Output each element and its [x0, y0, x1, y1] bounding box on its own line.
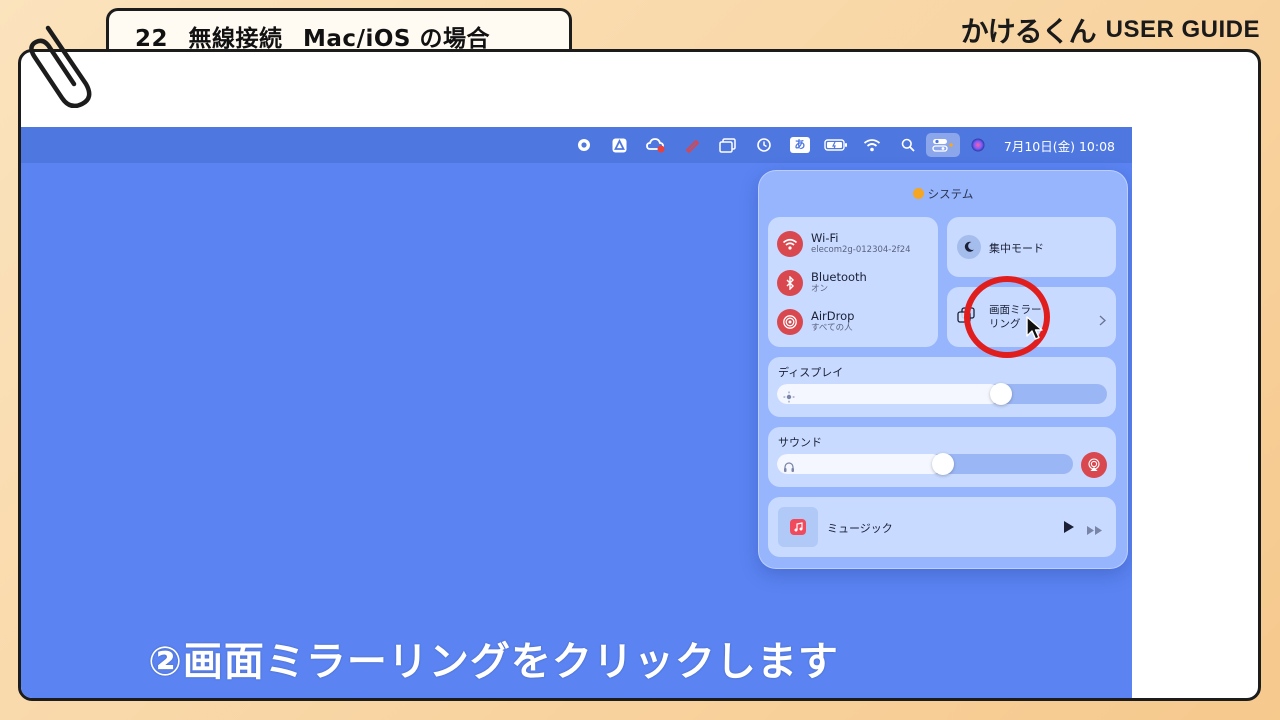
- brightness-slider[interactable]: [777, 383, 1107, 407]
- volume-fill: [777, 454, 943, 474]
- menu-bar: あ 7月10日(金) 10:08: [21, 127, 1132, 163]
- airplay-audio-button[interactable]: [1081, 452, 1107, 478]
- fast-forward-icon[interactable]: [1086, 521, 1104, 540]
- display-label: ディスプレイ: [778, 366, 844, 379]
- menu-bar-clock[interactable]: 7月10日(金) 10:08: [1004, 136, 1115, 155]
- bluetooth-title: Bluetooth: [811, 270, 867, 284]
- battery-icon[interactable]: [818, 127, 854, 163]
- brand-guide-label: USER GUIDE: [1105, 16, 1260, 43]
- drive-icon[interactable]: [602, 127, 638, 163]
- airplay-audio-icon: [1088, 458, 1100, 471]
- focus-label: 集中モード: [989, 242, 1044, 255]
- wifi-toggle[interactable]: Wi-Fi elecom2g-012304-2f24: [777, 231, 911, 257]
- wifi-title: Wi-Fi: [811, 231, 839, 245]
- volume-slider[interactable]: [777, 453, 1073, 477]
- wifi-icon: [777, 231, 803, 257]
- paperclip-icon: [29, 25, 92, 108]
- music-label: ミュージック: [827, 522, 893, 535]
- sound-label: サウンド: [778, 436, 822, 449]
- input-mode-label: あ: [789, 137, 810, 153]
- bluetooth-toggle[interactable]: Bluetooth オン: [777, 270, 867, 296]
- control-center-header-label: システム: [927, 187, 974, 201]
- control-center-panel: システム Wi-Fi elecom2g-012304-2f24 Bluetoot…: [758, 170, 1128, 569]
- siri-icon[interactable]: [960, 127, 996, 163]
- music-tile: ミュージック: [768, 497, 1116, 557]
- instruction-caption: ②画面ミラーリングをクリックします: [148, 639, 839, 685]
- time-machine-icon[interactable]: [746, 127, 782, 163]
- focus-tile[interactable]: 集中モード: [947, 217, 1116, 277]
- control-center-icon[interactable]: [925, 133, 960, 157]
- mac-screen: あ 7月10日(金) 10:08 システム Wi-Fi elecom2g-012…: [21, 127, 1132, 698]
- airdrop-toggle[interactable]: AirDrop すべての人: [777, 309, 854, 335]
- music-artwork: [778, 507, 818, 547]
- wifi-icon[interactable]: [854, 127, 890, 163]
- microphone-icon: [912, 188, 924, 199]
- creative-cloud-icon[interactable]: [638, 127, 674, 163]
- airdrop-icon: [777, 309, 803, 335]
- brightness-fill: [777, 384, 1001, 404]
- mouse-cursor-icon: [1026, 316, 1044, 346]
- airdrop-title: AirDrop: [811, 309, 855, 323]
- bluetooth-subtitle: オン: [811, 284, 829, 294]
- chevron-right-icon: [1099, 311, 1106, 330]
- sound-tile: サウンド: [768, 427, 1116, 487]
- input-method-icon[interactable]: あ: [782, 127, 818, 163]
- play-icon[interactable]: [1063, 519, 1075, 538]
- wifi-subtitle: elecom2g-012304-2f24: [811, 245, 911, 255]
- headphones-icon: [783, 458, 795, 477]
- control-center-header: システム: [759, 186, 1127, 202]
- music-app-icon: [790, 519, 806, 535]
- brand-logo: かけるくん: [960, 15, 1097, 48]
- volume-knob[interactable]: [932, 453, 954, 475]
- record-icon[interactable]: [566, 127, 602, 163]
- bluetooth-icon: [777, 270, 803, 296]
- moon-icon: [957, 235, 981, 259]
- content-frame: あ 7月10日(金) 10:08 システム Wi-Fi elecom2g-012…: [18, 49, 1261, 701]
- network-tile: Wi-Fi elecom2g-012304-2f24 Bluetooth オン: [768, 217, 938, 347]
- page-title-tab: 22_ 無線接続 _Mac/iOS の場合: [106, 8, 572, 52]
- pen-icon[interactable]: [674, 127, 710, 163]
- sun-icon: [783, 388, 795, 407]
- display-tile: ディスプレイ: [768, 357, 1116, 417]
- brightness-knob[interactable]: [990, 383, 1012, 405]
- window-icon[interactable]: [710, 127, 746, 163]
- airdrop-subtitle: すべての人: [811, 323, 853, 333]
- search-icon[interactable]: [890, 127, 926, 163]
- brand: かけるくん USER GUIDE: [961, 10, 1260, 50]
